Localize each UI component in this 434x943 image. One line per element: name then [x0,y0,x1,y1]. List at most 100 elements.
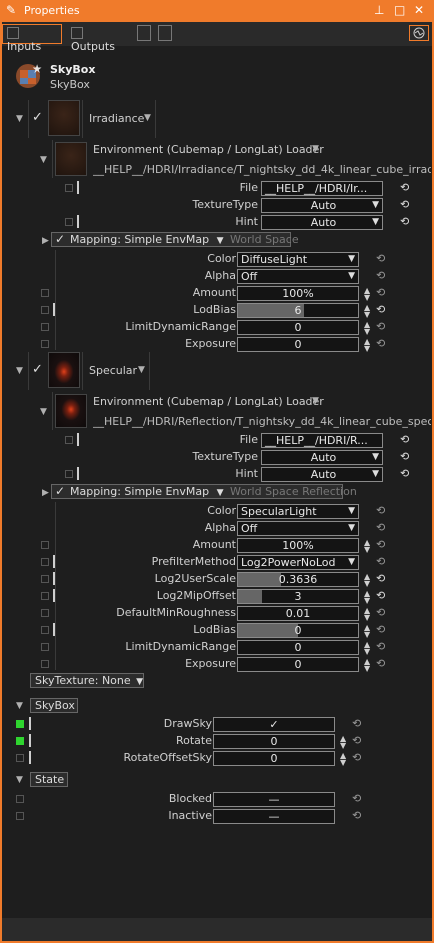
skybox-group-collapse-icon[interactable]: ▼ [16,701,23,711]
reset-icon[interactable]: ⟲ [352,734,361,747]
grid-icon[interactable] [158,25,172,41]
state-group-header[interactable]: State [30,772,68,787]
lodbias-checkbox[interactable] [41,306,49,314]
skybox-group-header[interactable]: SkyBox [30,698,78,713]
reset-icon[interactable]: ⟲ [400,198,409,211]
inactive-checkbox[interactable] [16,812,24,820]
specular-dropdown-icon[interactable]: ▼ [138,365,145,375]
reset-icon[interactable]: ⟲ [376,337,385,350]
file-checkbox[interactable] [65,184,73,192]
reset-icon[interactable]: ⟲ [352,792,361,805]
reset-icon[interactable]: ⟲ [400,467,409,480]
reset-icon[interactable]: ⟲ [376,303,385,316]
irradiance-file-field[interactable]: __HELP__/HDRI/Ir... [261,181,383,196]
irradiance-collapse-icon[interactable]: ▼ [16,114,23,124]
reset-icon[interactable]: ⟲ [376,606,385,619]
rotate-offset-sky-field[interactable]: 0 [213,751,335,766]
reset-icon[interactable]: ⟲ [376,286,385,299]
specular-loader-collapse-icon[interactable]: ▼ [40,407,47,417]
irradiance-check-icon[interactable]: ✓ [32,110,43,125]
reset-icon[interactable]: ⟲ [400,433,409,446]
exposure-checkbox[interactable] [41,660,49,668]
reset-icon[interactable]: ⟲ [376,657,385,670]
specular-alpha-select[interactable]: Off ▼ [237,521,359,536]
specular-limit-dynamic-range-field[interactable]: 0 [237,640,359,655]
specular-exposure-field[interactable]: 0 [237,657,359,672]
monitor-icon[interactable] [409,25,429,41]
amount-spinner[interactable]: ▲ ▼ [364,539,370,554]
irradiance-limit-dynamic-range-field[interactable]: 0 [237,320,359,335]
reset-icon[interactable]: ⟲ [376,269,385,282]
specular-collapse-icon[interactable]: ▼ [16,366,23,376]
log2-mip-offset-checkbox[interactable] [41,592,49,600]
layout-icon[interactable] [137,25,151,41]
limit-dynamic-range-checkbox[interactable] [41,323,49,331]
specular-hint-select[interactable]: Auto ▼ [261,467,383,482]
exposure-spinner[interactable]: ▲ ▼ [364,658,370,673]
amount-checkbox[interactable] [41,289,49,297]
specular-default-min-roughness-field[interactable]: 0.01 [237,606,359,621]
hint-checkbox[interactable] [65,470,73,478]
exposure-checkbox[interactable] [41,340,49,348]
amount-checkbox[interactable] [41,541,49,549]
lodbias-spinner[interactable]: ▲ ▼ [364,624,370,639]
specular-log2-mip-offset-slider[interactable]: 3 [237,589,359,604]
reset-icon[interactable]: ⟲ [376,252,385,265]
reset-icon[interactable]: ⟲ [376,623,385,636]
reset-icon[interactable]: ⟲ [352,717,361,730]
pin-icon[interactable]: ⊥ [374,3,384,17]
close-icon[interactable]: ✕ [414,3,424,17]
specular-prefilter-method-select[interactable]: Log2PowerNoLod ▼ [237,555,359,570]
reset-icon[interactable]: ⟲ [400,450,409,463]
specular-loader-dropdown-icon[interactable]: ▼ [312,396,319,406]
log2-user-scale-checkbox[interactable] [41,575,49,583]
irradiance-texture-type-select[interactable]: Auto ▼ [261,198,383,213]
irradiance-loader-thumbnail[interactable] [55,142,87,176]
specular-texture-type-select[interactable]: Auto ▼ [261,450,383,465]
maximize-icon[interactable]: □ [394,3,405,17]
irradiance-dropdown-icon[interactable]: ▼ [144,113,151,123]
reset-icon[interactable]: ⟲ [376,521,385,534]
reset-icon[interactable]: ⟲ [376,504,385,517]
sky-texture-select[interactable]: SkyTexture: None ▼ [30,673,144,688]
log2-mip-offset-spinner[interactable]: ▲ ▼ [364,590,370,605]
reset-icon[interactable]: ⟲ [400,215,409,228]
specular-loader-thumbnail[interactable] [55,394,87,428]
reset-icon[interactable]: ⟲ [376,572,385,585]
limit-dynamic-range-spinner[interactable]: ▲ ▼ [364,321,370,336]
lodbias-spinner[interactable]: ▲ ▼ [364,304,370,319]
rotate-checkbox[interactable] [16,737,24,745]
reset-icon[interactable]: ⟲ [400,181,409,194]
tab-outputs[interactable]: Outputs [66,24,132,53]
file-checkbox[interactable] [65,436,73,444]
specular-amount-field[interactable]: 100% [237,538,359,553]
reset-icon[interactable]: ⟲ [376,640,385,653]
mapping-expand-icon[interactable]: ▶ [42,488,49,498]
rotate-offset-sky-spinner[interactable]: ▲ ▼ [340,752,346,767]
lodbias-checkbox[interactable] [41,626,49,634]
reset-icon[interactable]: ⟲ [376,538,385,551]
default-min-roughness-spinner[interactable]: ▲ ▼ [364,607,370,622]
reset-icon[interactable]: ⟲ [376,320,385,333]
hint-checkbox[interactable] [65,218,73,226]
specular-thumbnail[interactable] [48,352,80,388]
irradiance-hint-select[interactable]: Auto ▼ [261,215,383,230]
reset-icon[interactable]: ⟲ [376,589,385,602]
default-min-roughness-checkbox[interactable] [41,609,49,617]
irradiance-lodbias-slider[interactable]: 6 [237,303,359,318]
irradiance-exposure-field[interactable]: 0 [237,337,359,352]
specular-file-field[interactable]: __HELP__/HDRI/R... [261,433,383,448]
blocked-checkbox[interactable] [16,795,24,803]
log2-user-scale-spinner[interactable]: ▲ ▼ [364,573,370,588]
amount-spinner[interactable]: ▲ ▼ [364,287,370,302]
draw-sky-checkbox[interactable] [16,720,24,728]
rotate-field[interactable]: 0 [213,734,335,749]
limit-dynamic-range-checkbox[interactable] [41,643,49,651]
specular-log2-user-scale-slider[interactable]: 0.3636 [237,572,359,587]
mapping-expand-icon[interactable]: ▶ [42,236,49,246]
prefilter-method-checkbox[interactable] [41,558,49,566]
reset-icon[interactable]: ⟲ [376,555,385,568]
specular-lodbias-slider[interactable]: 0 [237,623,359,638]
tab-inputs[interactable]: Inputs [2,24,62,53]
exposure-spinner[interactable]: ▲ ▼ [364,338,370,353]
